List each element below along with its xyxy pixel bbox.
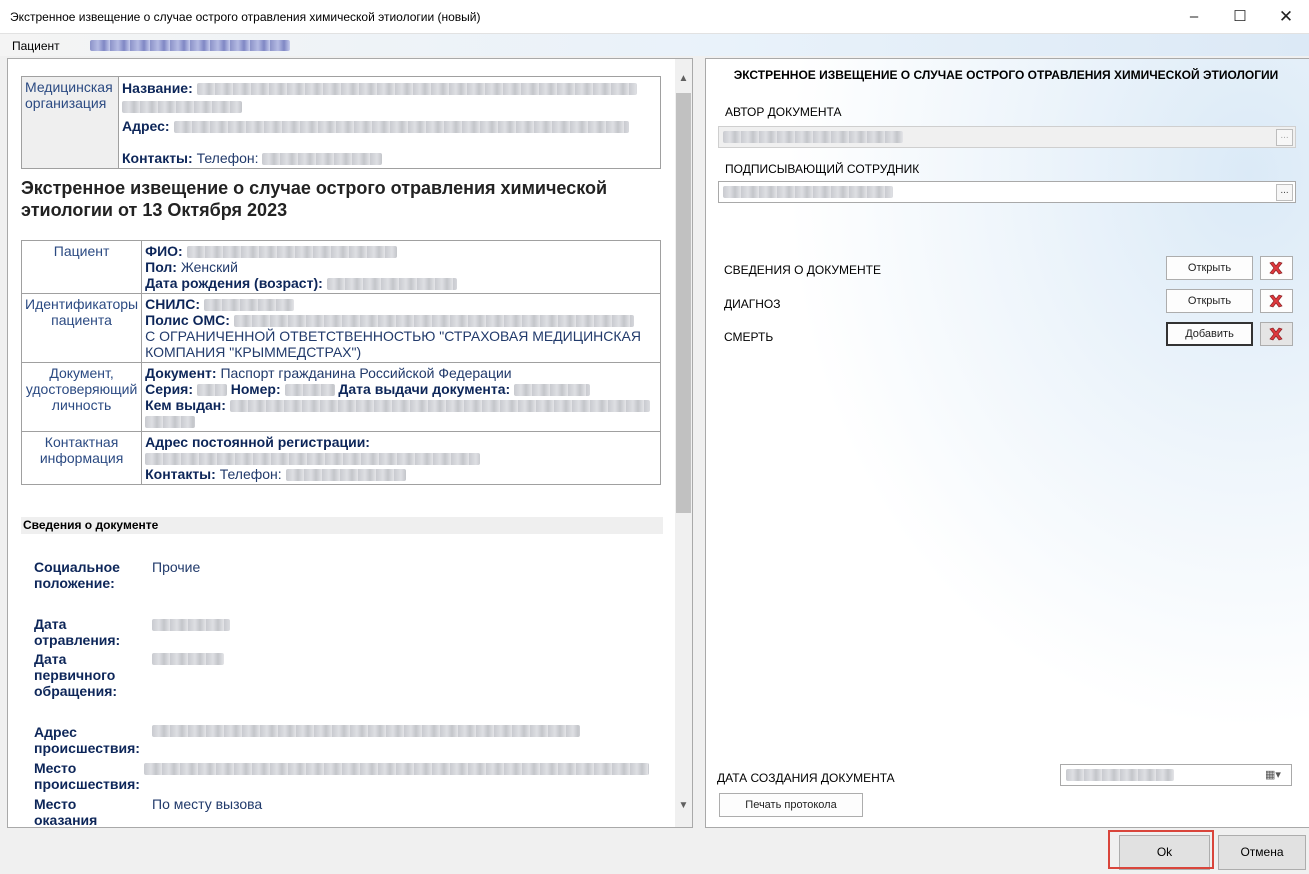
issue-date-redacted [514,384,591,397]
patient-contacts-key: Контакты: [145,466,216,482]
incident-place-label: Место происшествия: [34,760,140,792]
oms-insurer: С ОГРАНИЧЕННОЙ ОТВЕТСТВЕННОСТЬЮ "СТРАХОВ… [145,328,641,360]
aid-place-value: По месту вызова [152,796,263,812]
issued-by-redacted-2 [145,416,196,429]
social-status-label: Социальное положение: [34,559,120,591]
print-protocol-button[interactable]: Печать протокола [719,793,863,817]
org-address-redacted [173,121,629,134]
delete-icon [1269,327,1283,341]
document-preview-panel[interactable]: Медицинская организация Название: Адрес:… [7,58,693,828]
calendar-dropdown-icon[interactable]: ▦▾ [1265,768,1287,782]
signer-value-redacted [723,186,893,198]
series-redacted [196,384,227,397]
org-address-key: Адрес: [122,118,170,134]
ok-button-highlight [1108,830,1214,869]
aid-place-label: Место оказания [34,796,98,827]
delete-doc-info-button[interactable] [1260,256,1293,280]
organization-label: Медицинская организация [21,76,119,169]
oms-redacted [233,315,634,328]
social-status-value: Прочие [152,559,201,575]
fio-redacted [186,246,397,259]
doc-info-row-label: СВЕДЕНИЯ О ДОКУМЕНТЕ [724,263,881,277]
doc-key: Документ: [145,365,217,381]
organization-table: Медицинская организация Название: Адрес:… [21,76,661,169]
reg-address-redacted [145,453,481,466]
scroll-thumb[interactable] [676,93,691,513]
patient-name-redacted [90,40,290,51]
creation-date-field[interactable]: ▦▾ [1060,764,1292,786]
reg-address-key: Адрес постоянной регистрации: [145,434,370,450]
org-phone-label: Телефон: [196,150,259,166]
author-value-redacted [723,131,903,143]
incident-place-redacted [144,763,649,775]
org-phone-redacted [262,153,383,166]
form-title: ЭКСТРЕННОЕ ИЗВЕЩЕНИЕ О СЛУЧАЕ ОСТРОГО ОТ… [733,68,1279,82]
patient-bar: Пациент [0,34,1309,56]
dob-key: Дата рождения (возраст): [145,275,323,291]
open-diagnosis-button[interactable]: Открыть [1166,289,1253,313]
scroll-up-icon[interactable]: ▲ [675,70,692,87]
delete-icon [1269,294,1283,308]
number-key: Номер: [230,381,281,397]
patient-phone-redacted [285,469,406,482]
vertical-scrollbar[interactable]: ▲ ▼ [675,59,692,827]
fio-key: ФИО: [145,243,183,259]
document-form-panel: ЭКСТРЕННОЕ ИЗВЕЩЕНИЕ О СЛУЧАЕ ОСТРОГО ОТ… [705,58,1309,828]
document-preview-content: Медицинская организация Название: Адрес:… [8,59,674,827]
delete-death-button[interactable] [1260,322,1293,346]
issue-date-key: Дата выдачи документа: [338,381,511,397]
org-name-key: Название: [122,80,193,96]
poisoning-date-label: Дата отравления: [34,616,121,648]
incident-address-label: Адрес происшествия: [34,724,140,756]
oms-key: Полис ОМС: [145,312,230,328]
creation-date-label: ДАТА СОЗДАНИЯ ДОКУМЕНТА [717,771,895,785]
scroll-down-icon[interactable]: ▼ [675,797,692,814]
patient-label: Пациент [12,39,60,53]
org-name-redacted-2 [122,101,242,114]
dob-redacted [326,278,457,291]
signer-label: ПОДПИСЫВАЮЩИЙ СОТРУДНИК [725,162,920,176]
document-heading: Экстренное извещение о случае острого от… [21,178,608,220]
first-visit-redacted [152,653,224,665]
minimize-icon[interactable]: – [1171,0,1217,33]
window-title: Экстренное извещение о случае острого от… [10,10,481,24]
poisoning-date-redacted [152,619,230,631]
doc-section-title: Сведения о документе [21,517,663,534]
series-key: Серия: [145,381,194,397]
patient-phone-label: Телефон: [219,466,282,482]
delete-icon [1269,261,1283,275]
contact-info-label: Контактная информация [20,431,143,485]
death-row-label: СМЕРТЬ [724,330,774,344]
first-visit-label: Дата первичного обращения: [34,651,118,699]
sex-key: Пол: [145,259,177,275]
org-name-redacted [196,83,637,96]
number-redacted [284,384,335,397]
author-field[interactable]: ... [718,126,1296,148]
maximize-icon[interactable]: ☐ [1217,0,1263,33]
snils-key: СНИЛС: [145,296,201,312]
creation-date-redacted [1066,769,1174,781]
delete-diagnosis-button[interactable] [1260,289,1293,313]
cancel-button[interactable]: Отмена [1218,835,1306,870]
open-doc-info-button[interactable]: Открыть [1166,256,1253,280]
title-bar: Экстренное извещение о случае острого от… [0,0,1309,34]
doc-value: Паспорт гражданина Российской Федерации [220,365,512,381]
incident-address-redacted [152,725,580,737]
author-label: АВТОР ДОКУМЕНТА [725,105,842,119]
identifiers-label: Идентификаторы пациента [20,293,143,363]
signer-field[interactable]: ... [718,181,1296,203]
diagnosis-row-label: ДИАГНОЗ [724,297,781,311]
add-death-button[interactable]: Добавить [1166,322,1253,346]
sex-value: Женский [180,259,238,275]
snils-redacted [203,299,294,312]
patient-section-label: Пациент [20,240,143,294]
issued-by-redacted [229,400,650,413]
patient-info-table: Пациент ФИО: Пол: Женский Дата рождения … [20,240,661,485]
org-contacts-key: Контакты: [122,150,193,166]
author-select-button: ... [1276,129,1293,146]
close-icon[interactable]: ✕ [1263,0,1309,33]
id-document-label: Документ, удостоверяющий личность [20,362,143,432]
issued-by-key: Кем выдан: [145,397,226,413]
signer-select-button[interactable]: ... [1276,184,1293,201]
